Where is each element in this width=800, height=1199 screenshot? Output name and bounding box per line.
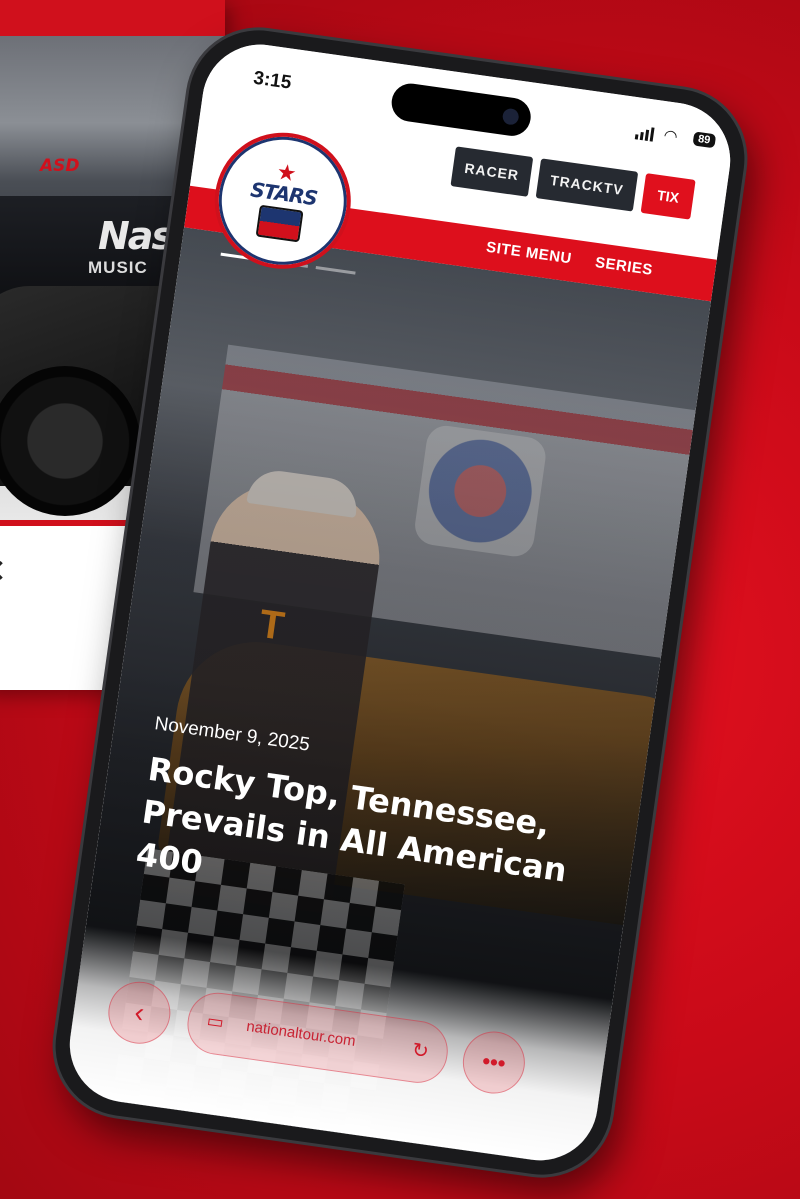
background-wall-subtext: MUSIC bbox=[88, 258, 148, 277]
close-icon[interactable]: ✕ bbox=[0, 552, 7, 590]
logo-wordmark: STARS bbox=[249, 176, 319, 210]
camera-icon bbox=[501, 107, 520, 126]
url-text[interactable]: nationaltour.com bbox=[245, 1018, 356, 1050]
wifi-icon: ◠ bbox=[662, 127, 679, 146]
tracktv-button[interactable]: TRACKTV bbox=[535, 158, 639, 212]
status-time: 3:15 bbox=[252, 67, 293, 94]
tabs-icon[interactable]: ▭ bbox=[205, 1010, 226, 1033]
background-tire bbox=[0, 366, 140, 516]
reload-icon[interactable]: ↻ bbox=[410, 1037, 431, 1064]
site-menu-link[interactable]: SITE MENU bbox=[485, 239, 573, 268]
background-card-topbar bbox=[0, 0, 225, 36]
logo-badge bbox=[255, 204, 304, 242]
racer-button[interactable]: RACER bbox=[450, 146, 534, 197]
background-sponsor-text: ASD bbox=[40, 156, 80, 176]
battery-icon: 89 bbox=[692, 131, 717, 149]
tix-button[interactable]: TIX bbox=[640, 173, 696, 220]
series-link[interactable]: SERIES bbox=[594, 254, 654, 279]
signal-icon bbox=[634, 125, 655, 142]
